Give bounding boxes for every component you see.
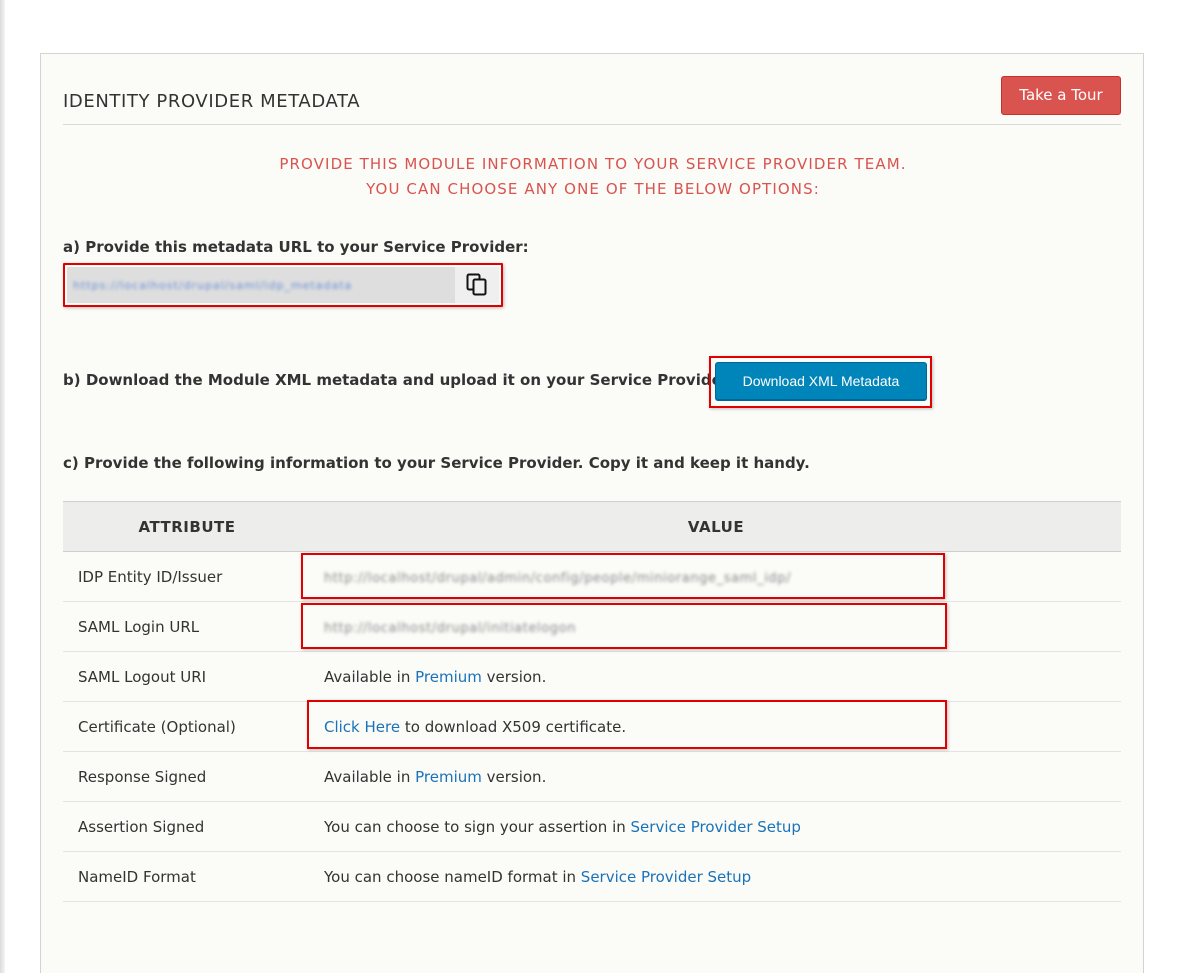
notice-line-1: PROVIDE THIS MODULE INFORMATION TO YOUR … (279, 155, 907, 173)
value-cell: Available in Premium version. (311, 651, 1121, 702)
value-suffix: version. (481, 667, 547, 686)
table-row: NameID Format You can choose nameID form… (63, 851, 1121, 902)
table-row: SAML Login URL http://localhost/drupal/i… (63, 601, 1121, 652)
idp-attribute-table: ATTRIBUTE VALUE IDP Entity ID/Issuer htt… (63, 501, 1121, 902)
premium-link[interactable]: Premium (415, 668, 482, 686)
entity-id-value: http://localhost/drupal/admin/config/peo… (324, 570, 792, 586)
value-cell: Click Here to download X509 certificate. (307, 700, 1121, 752)
notice-text: PROVIDE THIS MODULE INFORMATION TO YOUR … (41, 152, 1145, 202)
table-row: Response Signed Available in Premium ver… (63, 751, 1121, 802)
option-a-label: a) Provide this metadata URL to your Ser… (63, 238, 529, 256)
table-row: Certificate (Optional) Click Here to dow… (63, 700, 1121, 752)
option-c-label: c) Provide the following information to … (63, 454, 810, 472)
service-provider-setup-link[interactable]: Service Provider Setup (581, 868, 751, 886)
attribute-cell: Response Signed (63, 751, 311, 802)
take-a-tour-button[interactable]: Take a Tour (1001, 76, 1121, 115)
option-b-label: b) Download the Module XML metadata and … (63, 371, 741, 389)
notice-line-2: YOU CAN CHOOSE ANY ONE OF THE BELOW OPTI… (366, 180, 820, 198)
download-xml-metadata-button[interactable]: Download XML Metadata (715, 362, 927, 400)
premium-link[interactable]: Premium (415, 768, 482, 786)
metadata-url-value: https://localhost/drupal/saml/idp_metada… (73, 278, 353, 292)
value-prefix: Available in (324, 767, 416, 786)
copy-icon (466, 273, 487, 296)
attribute-cell: Assertion Signed (63, 801, 311, 852)
service-provider-setup-link[interactable]: Service Provider Setup (631, 818, 801, 836)
value-cell: http://localhost/drupal/admin/config/peo… (301, 551, 1121, 602)
attribute-cell: Certificate (Optional) (63, 701, 311, 752)
download-xml-highlight: Download XML Metadata (709, 356, 932, 408)
value-prefix: You can choose nameID format in (324, 867, 581, 886)
value-suffix: version. (481, 767, 547, 786)
table-row: IDP Entity ID/Issuer http://localhost/dr… (63, 551, 1121, 602)
attribute-cell: NameID Format (63, 851, 311, 902)
page-title: IDENTITY PROVIDER METADATA (63, 91, 361, 112)
value-cell: You can choose nameID format in Service … (311, 851, 1121, 902)
login-url-value: http://localhost/drupal/initiatelogon (324, 620, 577, 636)
attribute-cell: IDP Entity ID/Issuer (63, 551, 311, 602)
value-prefix: You can choose to sign your assertion in (324, 817, 631, 836)
attribute-header: ATTRIBUTE (138, 517, 236, 536)
metadata-url-field[interactable]: https://localhost/drupal/saml/idp_metada… (67, 267, 455, 303)
metadata-url-box: https://localhost/drupal/saml/idp_metada… (63, 263, 503, 307)
attribute-cell: SAML Logout URI (63, 651, 311, 702)
page-edge (0, 0, 5, 973)
table-row: Assertion Signed You can choose to sign … (63, 801, 1121, 852)
title-divider (63, 124, 1121, 125)
value-cell: http://localhost/drupal/initiatelogon (301, 601, 1121, 652)
value-prefix: Available in (324, 667, 416, 686)
attribute-cell: SAML Login URL (63, 601, 311, 652)
table-header-row: ATTRIBUTE VALUE (63, 501, 1121, 552)
value-cell: You can choose to sign your assertion in… (311, 801, 1121, 852)
value-suffix: to download X509 certificate. (400, 717, 627, 736)
download-certificate-link[interactable]: Click Here (324, 718, 400, 736)
table-row: SAML Logout URI Available in Premium ver… (63, 651, 1121, 702)
value-header: VALUE (687, 517, 745, 536)
metadata-panel: IDENTITY PROVIDER METADATA Take a Tour P… (40, 53, 1144, 973)
copy-url-button[interactable] (455, 267, 499, 303)
value-cell: Available in Premium version. (311, 751, 1121, 802)
